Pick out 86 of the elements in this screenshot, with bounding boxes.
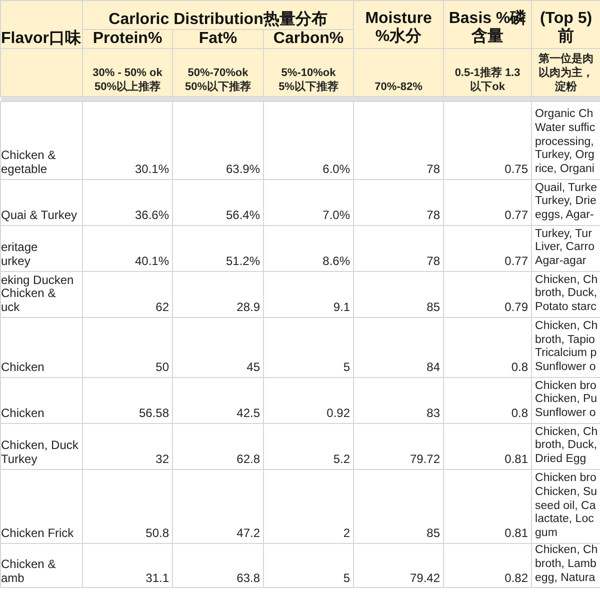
table-cell: 0.77	[444, 180, 532, 226]
table-cell: Quai & Turkey	[0, 180, 82, 226]
header-note: 50%-70%ok	[188, 66, 248, 80]
table-cell: 9.1	[264, 272, 354, 318]
table-cell: 0.8	[444, 378, 532, 424]
table-cell: 0.8	[444, 318, 532, 378]
table-cell: 79.42	[354, 544, 444, 588]
table-cell: Chicken Frick	[0, 470, 82, 544]
table-cell: 83	[354, 378, 444, 424]
header-note: 5%-10%ok	[281, 66, 336, 80]
table-cell: Chicken, Ch broth, Duck, Potato starc	[532, 272, 600, 318]
column-header: Moisture	[365, 10, 432, 28]
header-note: 30% - 50% ok	[92, 66, 162, 80]
table-cell: 85	[354, 470, 444, 544]
table-cell: Chicken, Ch broth, Lamb egg, Natura	[532, 544, 600, 588]
table-cell: 78	[354, 226, 444, 272]
table-cell: Chicken, Duck Turkey	[0, 424, 82, 470]
table-cell: 42.5	[172, 378, 264, 424]
table-cell: 47.2	[172, 470, 264, 544]
table-cell: 56.4%	[172, 180, 264, 226]
column-header: Carbon%	[264, 30, 354, 48]
column-header: Basis %磷	[448, 10, 526, 28]
header-note: 50%以上推荐	[94, 80, 161, 94]
header-note: 以下ok	[470, 80, 505, 94]
column-header: Fat%	[172, 30, 264, 48]
table-cell: Organic Ch Water suffic processing, Turkey, Org rice, Organi	[532, 102, 600, 180]
table-cell: 62	[82, 272, 172, 318]
table-cell: 78	[354, 180, 444, 226]
table-cell: 28.9	[172, 272, 264, 318]
table-cell: Chicken & amb	[0, 544, 82, 588]
header-note: 50%以下推荐	[184, 80, 252, 94]
header-note: 70%-82%	[374, 80, 422, 94]
table-cell: 63.9%	[172, 102, 264, 180]
column-header: 含量	[472, 28, 504, 46]
table-cell: Chicken	[0, 318, 82, 378]
table-cell: 5	[264, 318, 354, 378]
table-cell: 0.82	[444, 544, 532, 588]
table-cell: 31.1	[82, 544, 172, 588]
table-cell: 79.72	[354, 424, 444, 470]
table-cell: eritage urkey	[0, 226, 82, 272]
column-header: Flavor口味	[2, 30, 82, 48]
header-note: 以肉为主，	[538, 66, 594, 80]
table-cell: 0.92	[264, 378, 354, 424]
table-cell: Chicken, Ch broth, Tapio Tricalcium p Sunflower o	[532, 318, 600, 378]
table-cell: 63.8	[172, 544, 264, 588]
header-note: 0.5-1推荐 1.3	[454, 66, 520, 80]
table-cell: Chicken	[0, 378, 82, 424]
table-cell: 5.2	[264, 424, 354, 470]
table-cell: 32	[82, 424, 172, 470]
table-cell: 2	[264, 470, 354, 544]
table-cell: Chicken bro Chicken, Pu Sunflower o	[532, 378, 600, 424]
table-cell: 0.81	[444, 424, 532, 470]
table-cell: 0.75	[444, 102, 532, 180]
table-cell: 45	[172, 318, 264, 378]
table-cell: 62.8	[172, 424, 264, 470]
table-cell: 50.8	[82, 470, 172, 544]
table-cell: Turkey, Tur Liver, Carro Agar-agar	[532, 226, 600, 272]
table-cell: 7.0%	[264, 180, 354, 226]
table-cell: 0.79	[444, 272, 532, 318]
table-cell: 40.1%	[82, 226, 172, 272]
table-cell: Chicken, Ch broth, Duck, Dried Egg	[532, 424, 600, 470]
table-cell: 6.0%	[264, 102, 354, 180]
table-cell: 78	[354, 102, 444, 180]
table-cell: Chicken bro Chicken, Su seed oil, Ca lactate, Loc gum	[532, 470, 600, 544]
table-cell: 30.1%	[82, 102, 172, 180]
column-header: %水分	[375, 28, 422, 46]
header-note: 淀粉	[555, 80, 578, 94]
table-cell: Quail, Turke Turkey, Drie eggs, Agar-	[532, 180, 600, 226]
header-note: 第一位是肉	[538, 52, 594, 66]
column-header: Protein%	[82, 30, 172, 48]
table-cell: 51.2%	[172, 226, 264, 272]
column-header: 前	[558, 28, 574, 46]
header-note: 5%以下推荐	[278, 80, 338, 94]
table-cell: 56.58	[82, 378, 172, 424]
table-cell: 36.6%	[82, 180, 172, 226]
table-cell: 85	[354, 272, 444, 318]
table-cell: eking Ducken Chicken & uck	[0, 272, 82, 318]
table-cell: 8.6%	[264, 226, 354, 272]
table-cell: 0.77	[444, 226, 532, 272]
table-cell: 5	[264, 544, 354, 588]
table-cell: 84	[354, 318, 444, 378]
table-cell: 50	[82, 318, 172, 378]
table-cell: 0.81	[444, 470, 532, 544]
table-cell: Chicken & egetable	[0, 102, 82, 180]
column-header: (Top 5)	[540, 10, 592, 28]
column-group-header: Carloric Distribution热量分布	[82, 0, 354, 30]
